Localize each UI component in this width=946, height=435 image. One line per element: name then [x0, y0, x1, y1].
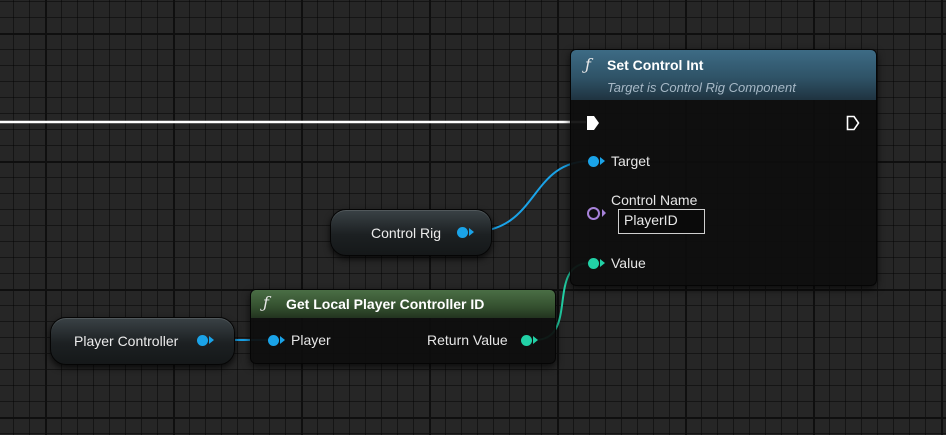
player-controller-variable-node[interactable]: Player Controller [50, 317, 235, 365]
value-label: Value [611, 255, 646, 271]
player-controller-output-pin[interactable] [197, 335, 208, 346]
player-label: Player [291, 332, 331, 348]
node-subtitle: Target is Control Rig Component [607, 80, 796, 95]
target-pin[interactable] [588, 156, 599, 167]
control-rig-output-pin[interactable] [457, 227, 468, 238]
variable-label: Player Controller [74, 333, 179, 349]
function-icon: ƒ [263, 293, 269, 312]
set-control-int-node[interactable]: ƒ Set Control Int Target is Control Rig … [570, 49, 877, 286]
get-local-player-controller-id-node[interactable]: ƒ Get Local Player Controller ID Player … [250, 289, 556, 364]
player-controller-output-arrow [209, 336, 214, 344]
node-header[interactable]: ƒ Set Control Int Target is Control Rig … [571, 50, 876, 100]
function-icon: ƒ [585, 55, 591, 74]
blueprint-graph-canvas[interactable]: ƒ Set Control Int Target is Control Rig … [0, 0, 946, 435]
target-label: Target [611, 153, 650, 169]
return-value-label: Return Value [427, 332, 508, 348]
player-pin-arrow [280, 336, 285, 344]
exec-output-pin[interactable] [846, 115, 860, 131]
control-name-pin[interactable] [587, 207, 600, 220]
control-rig-output-arrow [469, 228, 474, 236]
node-title: Get Local Player Controller ID [286, 296, 485, 312]
value-pin-arrow [600, 259, 605, 267]
variable-label: Control Rig [371, 225, 442, 241]
return-value-pin[interactable] [521, 335, 532, 346]
control-name-pin-arrow [602, 209, 606, 217]
exec-input-pin[interactable] [586, 115, 600, 131]
control-name-input[interactable]: PlayerID [618, 209, 705, 234]
control-rig-variable-node[interactable]: Control Rig [330, 209, 492, 256]
value-pin[interactable] [588, 258, 599, 269]
target-pin-arrow [600, 157, 605, 165]
node-header[interactable]: ƒ Get Local Player Controller ID [251, 290, 555, 318]
node-title: Set Control Int [607, 57, 704, 73]
control-name-label: Control Name [611, 192, 698, 208]
return-value-pin-arrow [533, 336, 538, 344]
player-pin[interactable] [268, 335, 279, 346]
